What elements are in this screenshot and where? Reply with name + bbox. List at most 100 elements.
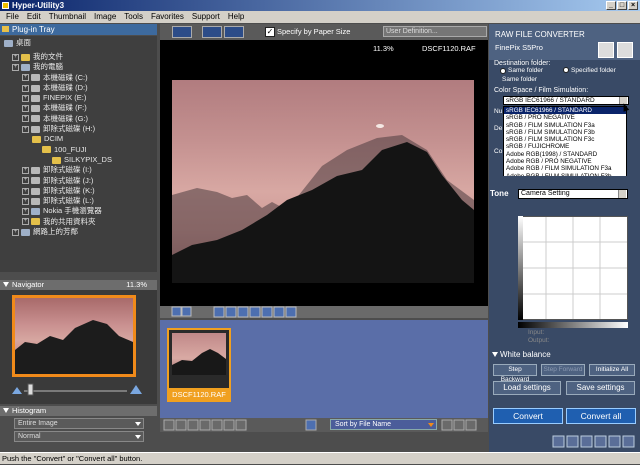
plugin-tray-tab[interactable]: Plug-in Tray	[0, 24, 157, 35]
disk-icon	[31, 115, 40, 123]
folder-icon	[32, 136, 41, 144]
single-view-icon[interactable]	[172, 26, 192, 38]
tree-item[interactable]: + 本機磁碟 (F:)	[0, 103, 157, 113]
menu-file[interactable]: File	[2, 11, 23, 23]
settings-icon[interactable]	[617, 42, 633, 58]
minimize-button[interactable]: _	[606, 1, 616, 10]
navigator-zoom-slider[interactable]	[12, 382, 142, 396]
step-forward-button[interactable]: Step Forward	[541, 364, 585, 376]
folder-tree[interactable]: 桌面 + 我的文件 + 我的電腦 + 本機磁碟 (C:) + 本機磁碟 (D:) + FINEPIX…	[0, 36, 157, 272]
tree-item-label: SILKYPIX_DS	[64, 154, 112, 164]
step-backward-button[interactable]: Step Backward	[493, 364, 537, 383]
tree-item[interactable]: DCIM	[0, 134, 157, 144]
tree-item[interactable]: SILKYPIX_DS	[0, 155, 157, 165]
expand-icon[interactable]: +	[22, 177, 29, 185]
tree-item[interactable]: + FINEPIX (E:)	[0, 93, 157, 103]
menu-thumbnail[interactable]: Thumbnail	[45, 11, 90, 23]
menu-tools[interactable]: Tools	[120, 11, 147, 23]
histogram-header[interactable]: Histogram	[0, 406, 157, 416]
sort-select[interactable]: Sort by File Name	[330, 419, 437, 430]
histogram-mode-select[interactable]: Normal	[14, 431, 144, 442]
tone-curve-editor[interactable]	[518, 216, 628, 320]
tree-item[interactable]: + 網路上的芳鄰	[0, 227, 157, 237]
tree-item[interactable]: + 我的電腦	[0, 62, 157, 72]
specify-paper-checkbox[interactable]: ✓	[265, 27, 275, 37]
expand-icon[interactable]: +	[22, 166, 29, 174]
expand-icon[interactable]: +	[12, 53, 19, 61]
tree-item[interactable]: 100_FUJI	[0, 145, 157, 155]
convert-all-button[interactable]: Convert all	[566, 408, 636, 424]
folder-icon	[31, 218, 40, 226]
tree-item[interactable]: + 我的共用資料夾	[0, 217, 157, 227]
expand-icon[interactable]: +	[22, 125, 29, 133]
preview-photo[interactable]	[172, 80, 474, 283]
menu-support[interactable]: Support	[188, 11, 224, 23]
white-balance-header[interactable]: White balance	[490, 349, 640, 360]
initialize-all-button[interactable]: Initialize All	[589, 364, 635, 376]
tree-item[interactable]: + 本機磁碟 (G:)	[0, 114, 157, 124]
color-space-option[interactable]: sRGB / FILM SIMULATION F3a	[504, 122, 626, 129]
thumbnail-image[interactable]	[172, 333, 226, 375]
tree-item[interactable]: + 本機磁碟 (D:)	[0, 83, 157, 93]
white-balance-label: White balance	[500, 350, 551, 359]
title-bar: Hyper-Utility3 _ □ ×	[0, 0, 640, 11]
expand-icon[interactable]: +	[22, 187, 29, 195]
navigator-thumbnail[interactable]	[12, 295, 136, 377]
expand-icon[interactable]: +	[12, 228, 19, 236]
menu-help[interactable]: Help	[224, 11, 248, 23]
color-space-option[interactable]: Adobe RGB(1998) / STANDARD	[504, 151, 626, 158]
expand-icon[interactable]: +	[22, 115, 29, 123]
color-space-option[interactable]: sRGB / FUJICHROME	[504, 143, 626, 150]
same-folder-radio[interactable]	[500, 68, 506, 74]
tree-item-label: 我的文件	[33, 52, 63, 61]
disk-icon	[31, 74, 40, 82]
tree-item[interactable]: + Nokia 手機瀏覽器	[0, 206, 157, 216]
tool-icon[interactable]	[598, 42, 614, 58]
close-button[interactable]: ×	[628, 1, 638, 10]
menu-favorites[interactable]: Favorites	[147, 11, 188, 23]
disk-icon	[31, 177, 40, 185]
tree-item-label: 卸除式磁碟 (H:)	[43, 124, 96, 134]
color-space-option[interactable]: sRGB / FILM SIMULATION F3b	[504, 129, 626, 136]
specified-folder-radio[interactable]	[563, 67, 569, 73]
tree-item[interactable]: + 本機磁碟 (C:)	[0, 73, 157, 83]
color-space-option[interactable]: Adobe RGB / PRO NEGATIVE	[504, 158, 626, 165]
color-space-option[interactable]: Adobe RGB / FILM SIMULATION F3a	[504, 165, 626, 172]
color-space-select[interactable]: sRGB IEC61966 / STANDARD	[503, 96, 629, 105]
menu-edit[interactable]: Edit	[23, 11, 45, 23]
tree-item[interactable]: + 卸除式磁碟 (K:)	[0, 186, 157, 196]
expand-icon[interactable]: +	[22, 94, 29, 102]
chevron-down-icon[interactable]	[618, 190, 626, 198]
expand-icon[interactable]: +	[22, 84, 29, 92]
list-view-icon[interactable]	[224, 26, 244, 38]
load-settings-button[interactable]: Load settings	[493, 381, 561, 395]
color-space-option[interactable]: sRGB / FILM SIMULATION F3c	[504, 136, 626, 143]
chevron-down-icon	[428, 423, 434, 427]
paper-size-select[interactable]: User Definition...	[383, 26, 487, 37]
expand-icon[interactable]: +	[22, 74, 29, 82]
tree-item[interactable]: + 卸除式磁碟 (H:)	[0, 124, 157, 134]
tree-item[interactable]: + 卸除式磁碟 (L:)	[0, 196, 157, 206]
convert-button[interactable]: Convert	[493, 408, 563, 424]
tone-preset-select[interactable]: Camera Setting	[518, 189, 628, 199]
app-icon	[2, 2, 9, 9]
histogram-channel-select[interactable]: Entire Image	[14, 418, 144, 429]
maximize-button[interactable]: □	[617, 1, 627, 10]
tree-item[interactable]: + 卸除式磁碟 (I:)	[0, 165, 157, 175]
menu-image[interactable]: Image	[90, 11, 120, 23]
expand-icon[interactable]: +	[22, 105, 29, 113]
expand-icon[interactable]: +	[22, 197, 29, 205]
color-space-option[interactable]: sRGB / PRO NEGATIVE	[504, 114, 626, 121]
expand-icon[interactable]: +	[22, 208, 29, 216]
expand-icon[interactable]: +	[12, 63, 19, 71]
save-settings-button[interactable]: Save settings	[566, 381, 635, 395]
tree-item[interactable]: 桌面	[4, 38, 31, 48]
raw-panel-title: RAW FILE CONVERTER	[495, 30, 585, 39]
tree-item[interactable]: + 卸除式磁碟 (J:)	[0, 176, 157, 186]
expand-icon[interactable]: +	[22, 218, 29, 226]
computer-icon	[21, 63, 30, 71]
navigator-header[interactable]: Navigator 11.3%	[0, 280, 157, 290]
color-space-option[interactable]: sRGB IEC61966 / STANDARD	[504, 107, 626, 115]
grid-view-icon[interactable]	[202, 26, 222, 38]
tree-item[interactable]: + 我的文件	[0, 52, 157, 62]
